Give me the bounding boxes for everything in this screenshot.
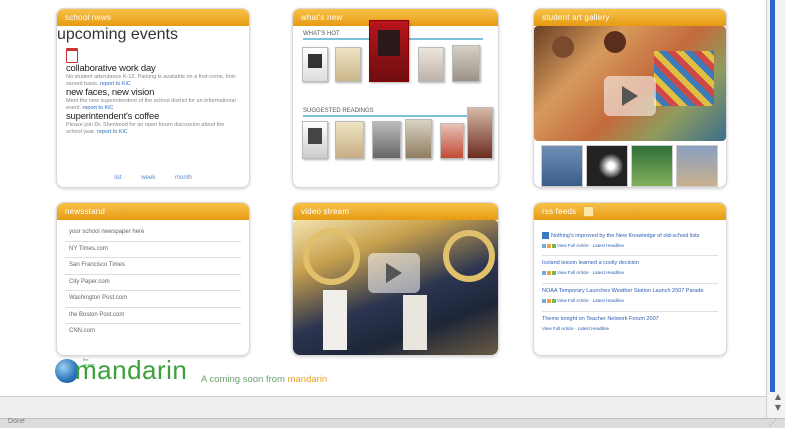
book-cover[interactable] [302,47,328,82]
news-item: superintendent's coffee Please join Dr. … [66,112,240,135]
book-cover[interactable] [467,107,493,159]
status-text: Done [8,418,25,425]
play-button[interactable] [604,76,656,116]
scroll-up-icon[interactable]: ▲ [774,392,782,401]
gallery-header: student art gallery [534,9,726,26]
rss-item: Theme tonight on Teacher Network Forum 2… [542,312,718,339]
news-item-text: No student attendance K-12. Parking is a… [66,74,237,87]
view-week-link[interactable]: week [141,175,155,181]
gallery-thumbnail[interactable] [541,145,583,187]
book-cover[interactable] [302,121,328,159]
rss-feed-icon [542,232,549,239]
student-art-gallery-widget: student art gallery [533,8,727,188]
whats-hot-books [302,20,498,85]
school-news-widget: school news upcoming events collaborativ… [56,8,250,188]
calendar-icon [66,48,78,63]
book-cover[interactable] [405,119,432,159]
newsstand-list: your school newspaper here NY Times.com … [57,220,249,345]
book-cover[interactable] [335,121,364,159]
newsstand-item[interactable]: your school newspaper here [65,225,241,242]
newsstand-widget: newsstand your school newspaper here NY … [56,202,250,356]
rss-list: Nothing's improved by the New Knowledge … [534,220,726,339]
newsstand-header: newsstand [57,203,249,220]
rss-item-meta[interactable]: View Full Article · Latest Headline [542,298,718,303]
rss-feeds-widget: rss feeds Nothing's improved by the New … [533,202,727,356]
book-cover[interactable] [335,47,361,82]
news-item: collaborative work day No student attend… [66,64,240,87]
footer-tagline: A coming soon from mandarin [201,374,327,385]
news-item: new faces, new vision Meet the new super… [66,88,240,111]
rss-feeds-header: rss feeds [534,203,726,220]
news-item-title[interactable]: new faces, new vision [66,88,240,98]
tagline-brand[interactable]: mandarin [288,374,328,385]
resize-grip-icon[interactable]: ⋰ [769,418,777,427]
rss-icon [582,206,594,218]
view-month-link[interactable]: month [175,175,192,181]
view-list-link[interactable]: list [114,175,121,181]
play-button[interactable] [368,253,420,293]
play-icon [386,263,402,283]
portal-page: school news upcoming events collaborativ… [0,0,766,396]
news-item-link[interactable]: report to KiC [83,105,114,111]
gallery-thumbnail[interactable] [631,145,673,187]
book-cover[interactable] [440,123,464,159]
rss-item-title[interactable]: Nothing's improved by the New Knowledge … [542,228,718,239]
book-cover[interactable] [418,47,444,82]
gallery-video[interactable] [534,26,726,141]
logo-wordmark: mandarin [75,355,188,385]
news-view-links: list week month [57,175,249,181]
tagline-prefix: A coming soon from [201,374,285,385]
news-item-title[interactable]: superintendent's coffee [66,112,240,122]
video-stream-widget: video stream [292,202,499,356]
gallery-thumbnail[interactable] [676,145,718,187]
newsstand-item[interactable]: CNN.com [65,324,241,340]
rss-item-meta[interactable]: View Full Article · Latest Headline [542,326,718,331]
rss-item: Nothing's improved by the New Knowledge … [542,228,718,256]
whats-new-widget: what's new WHAT'S HOT SUGGESTED READINGS [292,8,499,188]
gallery-thumbnails [541,145,721,187]
video-stream-player[interactable] [293,220,498,355]
play-icon [622,86,638,106]
book-cover[interactable] [369,20,409,82]
newsstand-item[interactable]: San Francisco Times [65,258,241,275]
news-item-link[interactable]: report to KiC [97,129,128,135]
news-item-title[interactable]: collaborative work day [66,64,240,74]
newsstand-item[interactable]: NY Times.com [65,242,241,258]
newsstand-item[interactable]: the Boston Post.com [65,308,241,324]
rss-item-title[interactable]: Iceland lesson learned a costly decision [542,256,718,266]
suggested-readings-label: SUGGESTED READINGS [303,108,483,117]
upcoming-events-tab[interactable]: upcoming events [57,26,249,44]
rss-item-title[interactable]: Theme tonight on Teacher Network Forum 2… [542,312,718,322]
scrollbar-track[interactable] [770,0,775,392]
rss-item-meta[interactable]: View Full Article · Latest Headline [542,270,718,275]
video-stream-header: video stream [293,203,498,220]
newsstand-item[interactable]: Washington Post.com [65,291,241,308]
rss-item-title[interactable]: NOAA Temporary Launches Weather Station … [542,284,718,294]
page-bottom-area [0,396,766,419]
scroll-down-icon[interactable]: ▼ [774,403,782,412]
news-list: collaborative work day No student attend… [57,44,249,139]
news-item-text: Please join Dr. Sherwood for an open for… [66,122,225,135]
gallery-thumbnail[interactable] [586,145,628,187]
rss-item-meta[interactable]: View Full Article · Latest Headline [542,243,718,248]
news-item-link[interactable]: report to KiC [100,81,131,87]
book-cover[interactable] [372,121,401,159]
school-news-tab[interactable]: school news [57,9,249,26]
vertical-scrollbar[interactable]: ▲ ▼ [766,0,785,427]
suggested-books [302,107,498,162]
book-cover[interactable] [452,45,480,82]
newsstand-item[interactable]: City Paper.com [65,275,241,291]
rss-item: NOAA Temporary Launches Weather Station … [542,284,718,312]
rss-item: Iceland lesson learned a costly decision… [542,256,718,284]
